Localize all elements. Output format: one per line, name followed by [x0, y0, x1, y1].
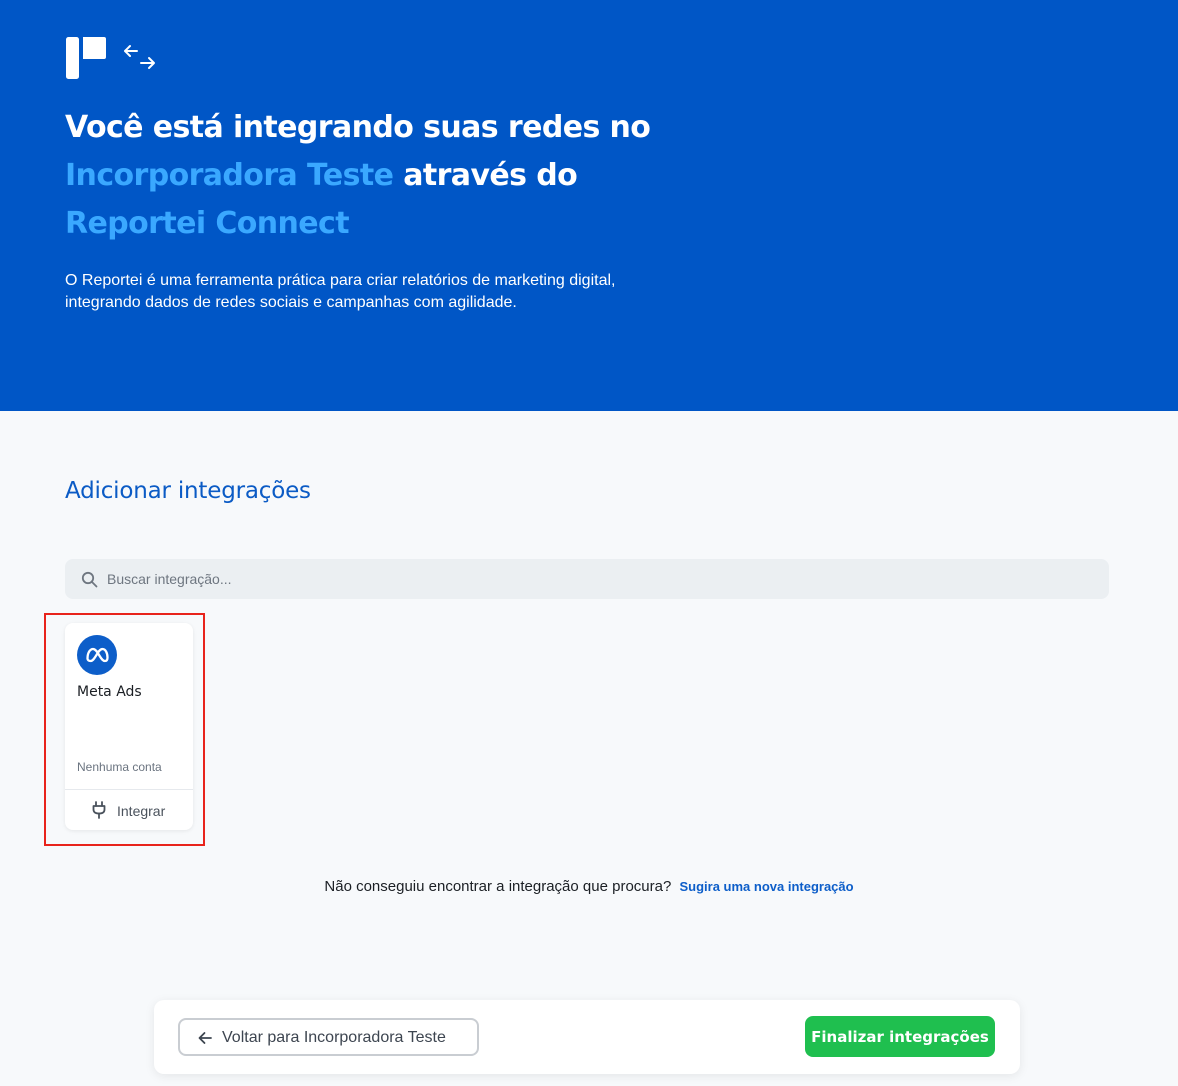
search-input[interactable] — [107, 559, 1087, 599]
hero-title-connector: através do — [393, 158, 578, 193]
integrate-button-label: Integrar — [117, 803, 166, 819]
suggest-integration-row: Não conseguiu encontrar a integração que… — [0, 878, 1178, 895]
finish-integrations-button[interactable]: Finalizar integrações — [805, 1016, 995, 1057]
integrate-button[interactable]: Integrar — [65, 790, 193, 830]
meta-icon — [77, 635, 117, 675]
plug-icon — [92, 801, 106, 819]
integration-name: Meta Ads — [77, 684, 142, 700]
integration-card-meta-ads: Meta Ads Nenhuma conta Integrar — [65, 623, 193, 830]
integration-account-status: Nenhuma conta — [77, 760, 162, 774]
integrations-section-title: Adicionar integrações — [65, 478, 311, 504]
back-button-label: Voltar para Incorporadora Teste — [222, 1029, 446, 1046]
back-button[interactable]: Voltar para Incorporadora Teste — [178, 1018, 479, 1056]
product-name: Reportei Connect — [65, 206, 350, 241]
company-name: Incorporadora Teste — [65, 158, 394, 193]
hero-banner: Você está integrando suas redes no Incor… — [0, 0, 1178, 411]
hero-description: O Reportei é uma ferramenta prática para… — [65, 272, 616, 311]
arrows-exchange-icon — [124, 45, 155, 69]
reportei-logo-icon — [66, 37, 106, 79]
search-icon — [81, 571, 98, 588]
arrow-left-icon — [198, 1032, 212, 1044]
footer-action-bar: Voltar para Incorporadora Teste Finaliza… — [154, 1000, 1020, 1074]
suggest-integration-link[interactable]: Sugira uma nova integração — [679, 879, 853, 894]
hero-title: Você está integrando suas redes no Incor… — [65, 104, 725, 248]
hero-title-text: Você está integrando suas redes no — [65, 110, 651, 145]
suggest-text: Não conseguiu encontrar a integração que… — [324, 878, 672, 895]
search-bar[interactable] — [65, 559, 1109, 599]
